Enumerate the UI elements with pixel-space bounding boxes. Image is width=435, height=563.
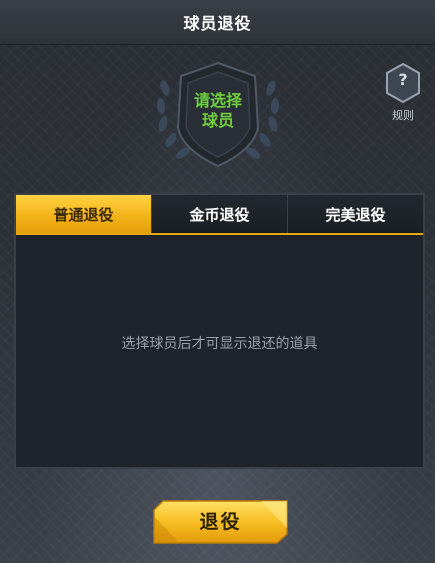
tab-normal-retire[interactable]: 普通退役 (16, 195, 151, 233)
prompt-line-2: 球员 (201, 111, 234, 130)
retire-button-label: 退役 (199, 511, 242, 533)
title-bar: 球员退役 (0, 0, 435, 45)
select-player-prompt: 请选择 球员 (188, 91, 248, 131)
retire-type-tabs: 普通退役 金币退役 完美退役 (16, 195, 423, 235)
retire-panel: 普通退役 金币退役 完美退役 选择球员后才可显示退还的道具 (14, 193, 425, 469)
tab-perfect-retire[interactable]: 完美退役 (287, 195, 423, 233)
rules-button[interactable]: ? 规则 (383, 63, 423, 123)
tab-coin-retire[interactable]: 金币退役 (151, 195, 287, 233)
prompt-line-1: 请选择 (193, 91, 242, 110)
retire-button[interactable]: 退役 (153, 500, 288, 544)
page-title: 球员退役 (183, 14, 252, 33)
rules-label: 规则 (392, 109, 414, 122)
retire-player-screen: 球员退役 请选择 球员 ? 规则 普通退役 金币退役 完美退役 选择球员后才可显… (0, 0, 435, 563)
question-mark-icon: ? (398, 70, 408, 89)
select-player-slot[interactable]: 请选择 球员 (143, 58, 293, 173)
empty-refund-message: 选择球员后才可显示退还的道具 (121, 336, 318, 352)
